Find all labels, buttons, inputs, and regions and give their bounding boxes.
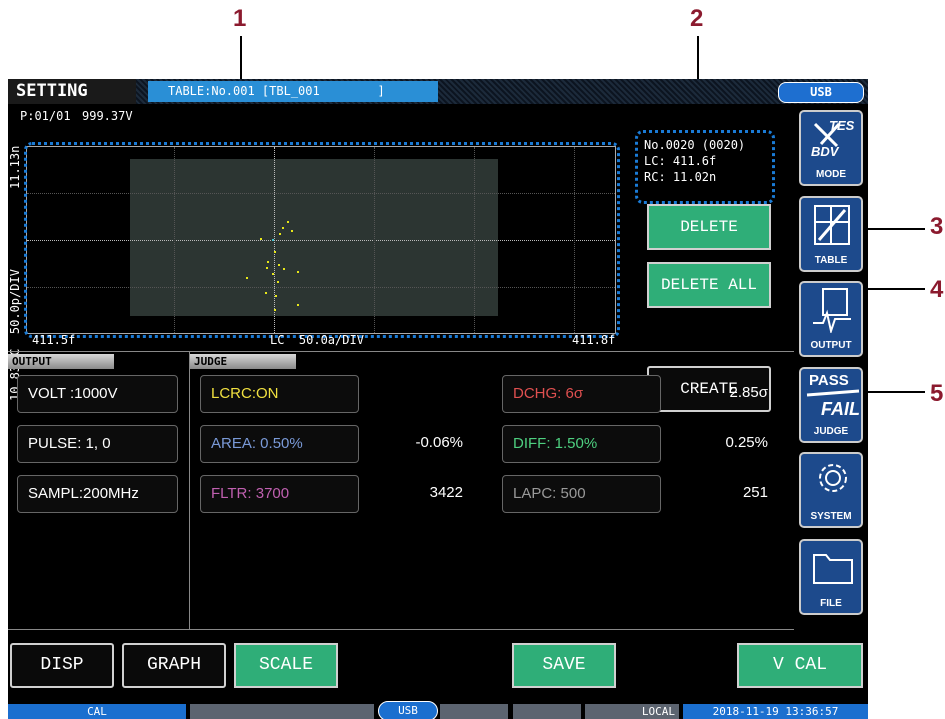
sidebar-label-system: SYSTEM: [810, 511, 852, 522]
delete-button[interactable]: DELETE: [647, 204, 771, 250]
sampl-field[interactable]: SAMPL:200MHz: [17, 475, 178, 513]
pulse-field[interactable]: PULSE: 1, 0: [17, 425, 178, 463]
fltr-value: 3422: [429, 484, 463, 501]
voltage-readout: 999.37V: [82, 109, 133, 123]
page-title: SETTING: [8, 79, 136, 104]
diff-value: 0.25%: [725, 434, 768, 451]
lapc-field[interactable]: LAPC: 500: [502, 475, 661, 513]
dchg-value: 2.85σ: [729, 384, 768, 401]
callout-3: 3: [930, 213, 944, 240]
callout-5: 5: [930, 380, 944, 407]
sidebar-item-mode[interactable]: TEST BDV MODE: [799, 110, 863, 186]
volt-field[interactable]: VOLT :1000V: [17, 375, 178, 413]
lapc-value: 251: [742, 484, 768, 501]
fltr-field[interactable]: FLTR: 3700: [200, 475, 359, 513]
x-axis-label: LC 50.0a/DIV: [270, 333, 364, 347]
output-waveform-icon: [813, 288, 851, 333]
graph-button[interactable]: GRAPH: [122, 643, 226, 688]
sidebar-label-judge: JUDGE: [813, 426, 849, 437]
sidebar-item-table[interactable]: TABLE: [799, 196, 863, 272]
sidebar-label-mode: MODE: [816, 169, 846, 180]
status-segment: [190, 704, 374, 719]
usb-indicator: USB: [778, 82, 864, 103]
area-value: -0.06%: [415, 434, 463, 451]
callout-4: 4: [930, 276, 944, 303]
save-button[interactable]: SAVE: [512, 643, 616, 688]
status-bar: CAL USB LOCAL 2018-11-19 13:36:57: [8, 699, 868, 719]
table-selector[interactable]: TABLE:No.001 [TBL_001 ]: [148, 81, 438, 102]
divider: [8, 629, 794, 630]
output-panel-tab: OUTPUT: [8, 354, 114, 369]
scale-button[interactable]: SCALE: [234, 643, 338, 688]
local-status: LOCAL: [585, 704, 679, 719]
disp-button[interactable]: DISP: [10, 643, 114, 688]
lcrc-field[interactable]: LCRC:ON: [200, 375, 359, 413]
status-segment: [513, 704, 581, 719]
usb-status: USB: [378, 701, 438, 719]
sidebar-label-output: OUTPUT: [810, 340, 852, 351]
test-bdv-icon: TEST BDV: [811, 118, 855, 159]
diff-field[interactable]: DIFF: 1.50%: [502, 425, 661, 463]
gear-icon: [819, 464, 847, 492]
callout-2: 2: [690, 5, 704, 32]
y-axis-label: RC 50.0p/DIV: [8, 269, 22, 363]
sidebar-item-file[interactable]: FILE: [799, 539, 863, 615]
x-left-label: 411.5f: [32, 333, 76, 347]
sidebar-label-table: TABLE: [814, 255, 848, 266]
folder-icon: [813, 554, 853, 584]
svg-text:FAIL: FAIL: [821, 399, 860, 419]
area-field[interactable]: AREA: 0.50%: [200, 425, 359, 463]
plot-highlight: [24, 142, 620, 338]
status-segment: [440, 704, 508, 719]
sidebar-item-output[interactable]: OUTPUT: [799, 281, 863, 357]
pass-fail-icon: PASS FAIL: [806, 372, 860, 419]
table-tools-icon: [814, 205, 850, 245]
svg-text:PASS: PASS: [809, 372, 849, 389]
dchg-field[interactable]: DCHG: 6σ: [502, 375, 661, 413]
vcal-button[interactable]: V CAL: [737, 643, 863, 688]
page-info: P:01/01: [20, 109, 71, 123]
delete-all-button[interactable]: DELETE ALL: [647, 262, 771, 308]
judge-panel-tab: JUDGE: [190, 354, 296, 369]
divider: [8, 351, 794, 352]
datetime: 2018-11-19 13:36:57: [683, 704, 868, 719]
point-info-highlight: [635, 130, 775, 204]
divider: [189, 352, 190, 629]
cal-status: CAL: [8, 704, 186, 719]
device-screen: SETTING TABLE:No.001 [TBL_001 ] USB P:01…: [8, 79, 868, 719]
sidebar-label-file: FILE: [820, 598, 842, 609]
y-top-label: 11.13n: [8, 145, 22, 189]
sidebar-item-system[interactable]: SYSTEM: [799, 452, 863, 528]
header-bar: SETTING TABLE:No.001 [TBL_001 ] USB: [8, 79, 868, 104]
sidebar-item-judge[interactable]: PASS FAIL JUDGE: [799, 367, 863, 443]
callout-1: 1: [233, 5, 247, 32]
x-right-label: 411.8f: [572, 333, 616, 347]
